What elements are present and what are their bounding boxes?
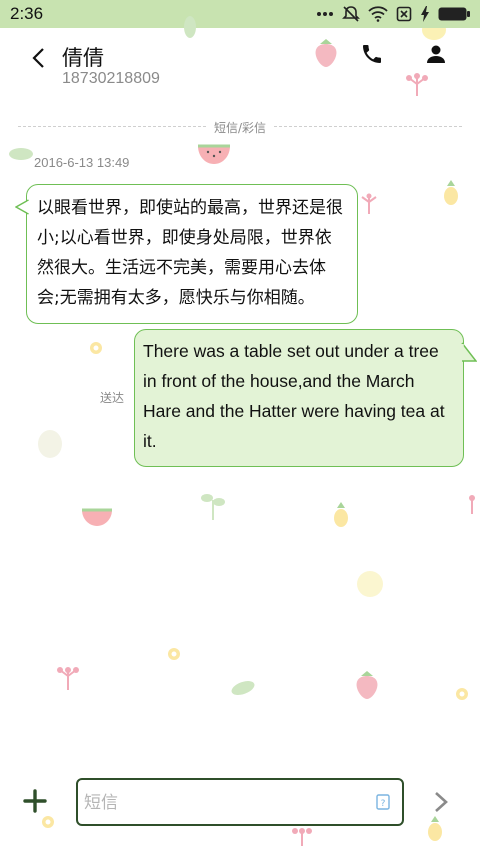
message-input[interactable]	[84, 788, 374, 818]
chevron-left-icon	[32, 48, 44, 68]
svg-text:?: ?	[381, 799, 386, 809]
divider-line-right	[274, 126, 462, 127]
contact-profile-button[interactable]	[424, 42, 452, 70]
flower-doodle-icon	[57, 667, 79, 690]
channel-divider: 短信/彩信	[18, 118, 462, 136]
wifi-icon	[368, 6, 388, 22]
call-button[interactable]	[360, 42, 388, 70]
flower-doodle-icon	[456, 688, 468, 700]
lemon-doodle-icon	[357, 571, 383, 597]
leaf-sprout-doodle-icon	[201, 494, 225, 520]
leaf-doodle-icon	[231, 681, 255, 695]
contact-phone-number: 18730218809	[62, 70, 160, 87]
bubble-tail-icon	[461, 342, 477, 362]
outgoing-message-bubble[interactable]: There was a table set out under a tree i…	[134, 329, 477, 467]
delivery-status: 送达	[100, 391, 125, 405]
phone-icon	[363, 45, 381, 63]
channel-label: 短信/彩信	[213, 121, 267, 135]
incoming-message-text: 以眼看世界，即使站的最高，世界还是很小;以心看世界，即使身处局限，世界依然很大。…	[37, 198, 343, 308]
leaf-doodle-icon	[9, 148, 33, 160]
flower-doodle-icon	[469, 495, 475, 514]
back-button[interactable]	[24, 42, 52, 74]
pineapple-doodle-icon	[428, 816, 442, 841]
more-icon	[317, 12, 333, 16]
chevron-right-icon	[435, 792, 448, 812]
flower-doodle-icon	[361, 193, 377, 214]
conversation-header: 倩倩 18730218809	[0, 28, 480, 100]
flower-doodle-icon	[168, 648, 180, 660]
flower-doodle-icon	[90, 342, 102, 354]
status-icons	[316, 5, 470, 23]
mute-icon	[342, 6, 360, 22]
status-bar: 2:36	[0, 0, 480, 28]
pineapple-doodle-icon	[444, 180, 458, 205]
message-composer: ?	[76, 778, 404, 826]
status-time: 2:36	[10, 4, 44, 23]
strawberry-doodle-icon	[356, 671, 378, 699]
person-icon	[427, 45, 445, 63]
outgoing-message-text: There was a table set out under a tree i…	[143, 341, 445, 451]
bolt-icon	[421, 6, 429, 22]
contact-name: 倩倩	[62, 46, 104, 70]
send-button[interactable]	[432, 790, 454, 816]
watermelon-doodle-icon	[82, 508, 112, 526]
pear-doodle-icon	[38, 430, 62, 458]
battery-icon	[438, 7, 470, 21]
bubble-tail-icon	[15, 199, 29, 215]
quick-reply-icon[interactable]: ?	[376, 794, 390, 810]
message-timestamp: 2016-6-13 13:49	[34, 155, 130, 170]
watermelon-doodle-icon	[198, 144, 230, 164]
incoming-message-bubble[interactable]: 以眼看世界，即使站的最高，世界还是很小;以心看世界，即使身处局限，世界依然很大。…	[15, 184, 358, 324]
pineapple-doodle-icon	[334, 502, 348, 527]
sim-off-icon	[396, 6, 412, 22]
add-attachment-button[interactable]	[22, 788, 52, 818]
plus-icon	[23, 789, 47, 813]
